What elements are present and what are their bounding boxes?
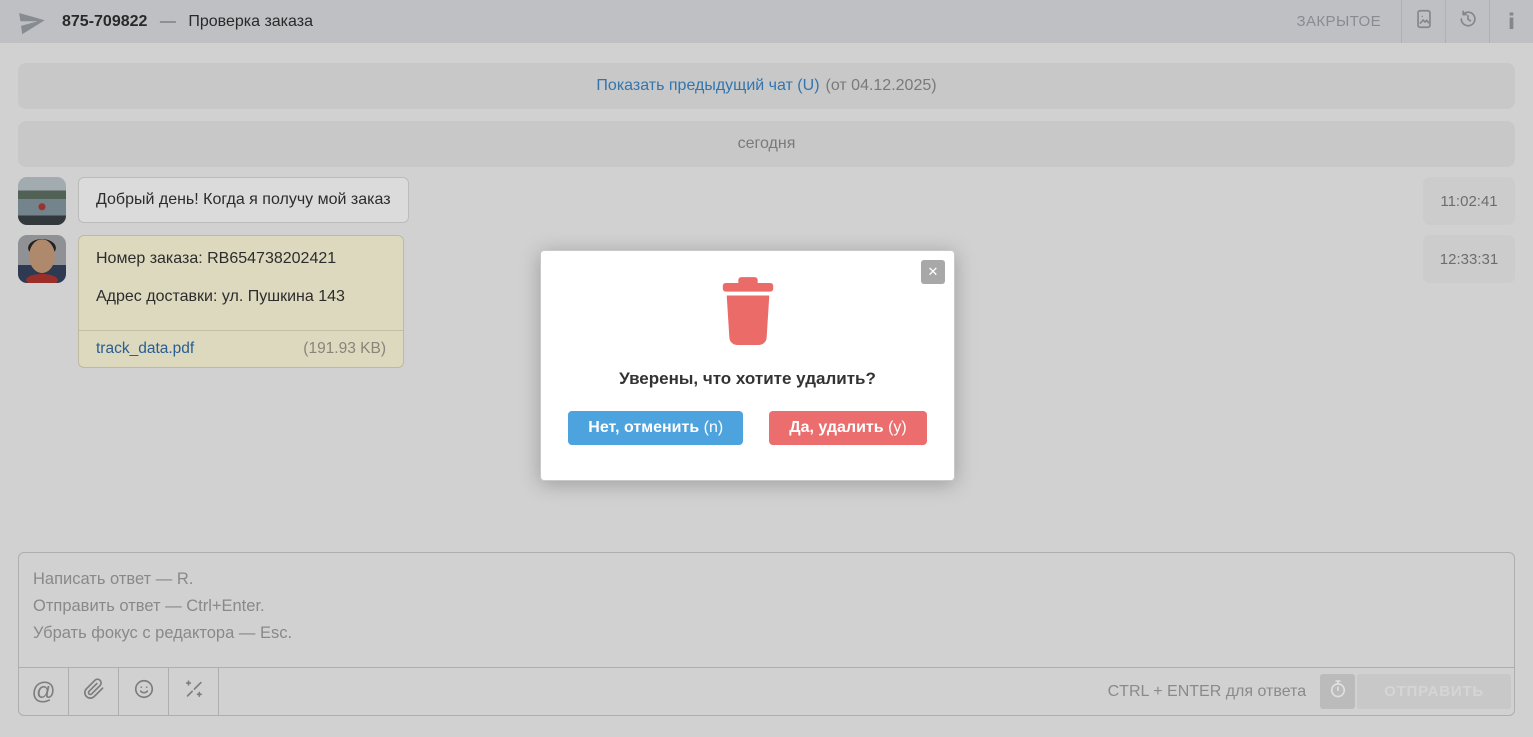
close-button[interactable]: ✕ xyxy=(921,260,945,284)
cancel-label: Нет, отменить xyxy=(588,419,700,436)
confirm-hotkey: (y) xyxy=(888,419,907,436)
cancel-hotkey: (n) xyxy=(703,419,724,436)
close-icon: ✕ xyxy=(927,264,939,279)
modal-title: Уверены, что хотите удалить? xyxy=(619,369,876,388)
confirm-label: Да, удалить xyxy=(789,419,884,436)
cancel-button[interactable]: Нет, отменить (n) xyxy=(568,411,744,445)
delete-confirm-modal: ✕ Уверены, что хотите удалить? Нет, отме… xyxy=(540,250,955,481)
trash-icon xyxy=(541,251,954,349)
confirm-delete-button[interactable]: Да, удалить (y) xyxy=(769,411,927,445)
modal-buttons: Нет, отменить (n) Да, удалить (y) xyxy=(541,411,954,445)
